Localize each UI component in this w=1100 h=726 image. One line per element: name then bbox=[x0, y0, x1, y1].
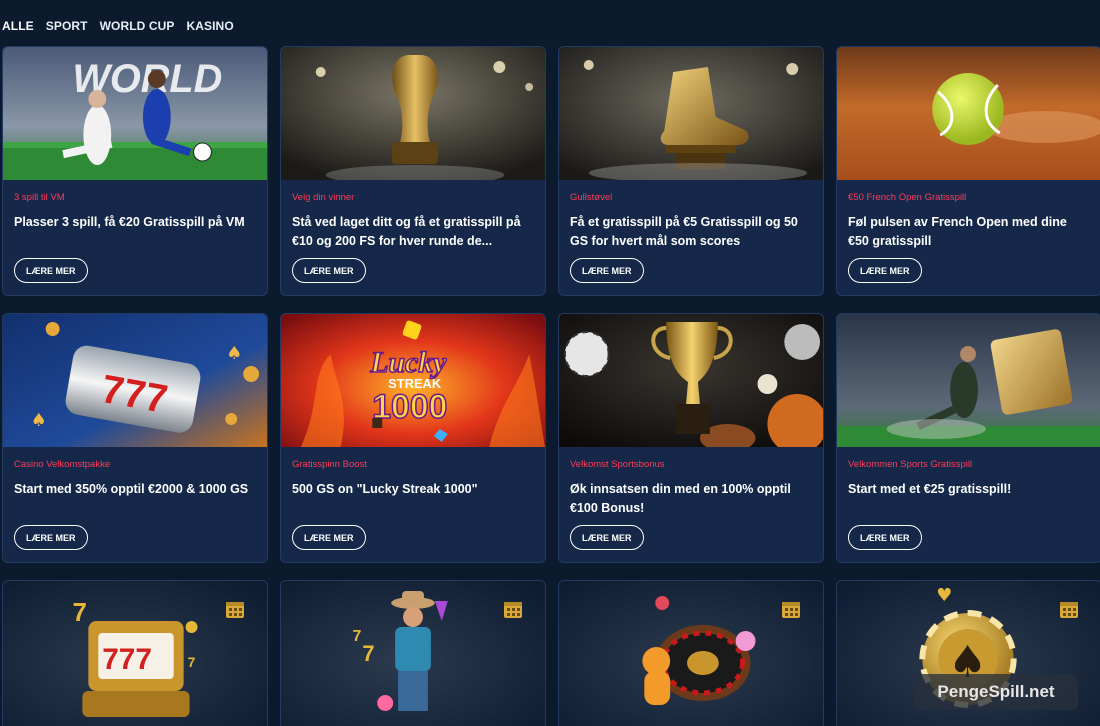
promo-title: Start med et €25 gratisspill! bbox=[848, 482, 1012, 496]
promo-image-slot-reel-777: ♠ ♠ 777 bbox=[3, 314, 267, 447]
promo-tag: Gullstøvel bbox=[570, 192, 613, 203]
svg-text:1000: 1000 bbox=[372, 388, 447, 426]
promo-title: Øk innsatsen din med en 100% opptil €100… bbox=[570, 482, 791, 515]
promo-tag: Casino Velkomstpakke bbox=[14, 459, 111, 470]
calendar-icon bbox=[1059, 599, 1079, 624]
promo-card[interactable]: ♠ ♠ 777 Casino Velkomstpakke Start med 3… bbox=[2, 313, 268, 563]
promo-card[interactable]: Gullstøvel Få et gratisspill på €5 Grati… bbox=[558, 46, 824, 296]
tab-world-cup[interactable]: WORLD CUP bbox=[100, 19, 175, 33]
calendar-icon bbox=[781, 599, 801, 624]
watermark: PengeSpill.net bbox=[914, 674, 1078, 710]
svg-text:♥: ♥ bbox=[936, 585, 952, 606]
learn-more-button[interactable]: LÆRE MER bbox=[570, 525, 644, 550]
svg-text:7: 7 bbox=[72, 599, 86, 627]
promo-card[interactable]: Velkomst Sportsbonus Øk innsatsen din me… bbox=[558, 313, 824, 563]
promo-image-lucky-streak-1000: Lucky STREAK 1000 bbox=[281, 314, 545, 447]
filter-tabs: ALLE SPORT WORLD CUP KASINO bbox=[2, 19, 234, 33]
promo-title: Få et gratisspill på €5 Gratisspill og 5… bbox=[570, 215, 798, 248]
svg-text:Lucky: Lucky bbox=[369, 346, 447, 379]
promo-image-golden-boot bbox=[559, 47, 823, 180]
promo-image-golden-trophy-stadium bbox=[281, 47, 545, 180]
promo-card-small[interactable]: 7 7 bbox=[280, 580, 546, 726]
svg-text:7: 7 bbox=[188, 654, 196, 670]
promo-card[interactable]: Velg din vinner Stå ved laget ditt og få… bbox=[280, 46, 546, 296]
learn-more-button[interactable]: LÆRE MER bbox=[292, 525, 366, 550]
calendar-icon bbox=[503, 599, 523, 624]
promo-tag: €50 French Open Gratisspill bbox=[848, 192, 967, 203]
learn-more-button[interactable]: LÆRE MER bbox=[848, 258, 922, 283]
learn-more-button[interactable]: LÆRE MER bbox=[14, 525, 88, 550]
svg-text:♠: ♠ bbox=[226, 343, 242, 364]
promo-image-world-cup-football-players: WORLD bbox=[3, 47, 267, 180]
promo-card-small[interactable] bbox=[558, 580, 824, 726]
promo-tag: Velkomst Sportsbonus bbox=[570, 459, 665, 470]
promo-card[interactable]: Velkommen Sports Gratisspill Start med e… bbox=[836, 313, 1100, 563]
promotions-grid: WORLD 3 spill til VM Plasser 3 spill, få… bbox=[2, 46, 1100, 726]
promo-tag: Velg din vinner bbox=[292, 192, 355, 203]
promo-image-football-player-ticket bbox=[837, 314, 1100, 447]
promo-tag: Gratisspinn Boost bbox=[292, 459, 367, 470]
promo-title: Plasser 3 spill, få €20 Gratisspill på V… bbox=[14, 215, 245, 229]
promo-tag: 3 spill til VM bbox=[14, 192, 65, 203]
calendar-icon bbox=[225, 599, 245, 624]
promo-title: Stå ved laget ditt og få et gratisspill … bbox=[292, 215, 521, 248]
promo-title: 500 GS on "Lucky Streak 1000" bbox=[292, 482, 478, 496]
tab-sport[interactable]: SPORT bbox=[46, 19, 88, 33]
promo-card-small[interactable]: 7 7 777 bbox=[2, 580, 268, 726]
promo-card[interactable]: WORLD 3 spill til VM Plasser 3 spill, få… bbox=[2, 46, 268, 296]
promo-card[interactable]: €50 French Open Gratisspill Føl pulsen a… bbox=[836, 46, 1100, 296]
tab-alle[interactable]: ALLE bbox=[2, 19, 34, 33]
learn-more-button[interactable]: LÆRE MER bbox=[848, 525, 922, 550]
promo-title: Start med 350% opptil €2000 & 1000 GS bbox=[14, 482, 249, 496]
svg-text:7: 7 bbox=[362, 641, 374, 666]
promo-tag: Velkommen Sports Gratisspill bbox=[848, 459, 973, 470]
learn-more-button[interactable]: LÆRE MER bbox=[570, 258, 644, 283]
svg-text:777: 777 bbox=[102, 643, 152, 676]
tab-kasino[interactable]: KASINO bbox=[186, 19, 233, 33]
promo-image-trophy-sports-balls bbox=[559, 314, 823, 447]
promo-title: Føl pulsen av French Open med dine €50 g… bbox=[848, 215, 1067, 248]
promo-image-tennis-ball-clay bbox=[837, 47, 1100, 180]
learn-more-button[interactable]: LÆRE MER bbox=[14, 258, 88, 283]
promo-card[interactable]: Lucky STREAK 1000 Gratisspinn Boost 500 … bbox=[280, 313, 546, 563]
svg-text:7: 7 bbox=[352, 628, 361, 645]
svg-text:♠: ♠ bbox=[31, 410, 47, 431]
learn-more-button[interactable]: LÆRE MER bbox=[292, 258, 366, 283]
